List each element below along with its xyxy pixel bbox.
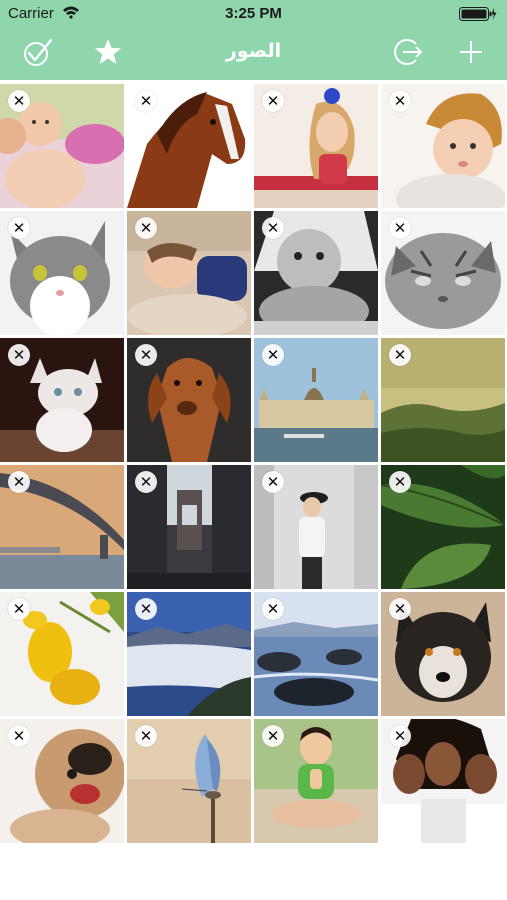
photo-cell[interactable]: ✕ xyxy=(127,84,251,208)
logout-icon xyxy=(392,36,424,73)
delete-photo-button[interactable]: ✕ xyxy=(135,344,157,366)
photo-cell[interactable]: ✕ xyxy=(381,465,505,589)
delete-photo-button[interactable]: ✕ xyxy=(262,217,284,239)
photo-cell[interactable]: ✕ xyxy=(381,719,505,843)
delete-photo-button[interactable]: ✕ xyxy=(8,725,30,747)
add-icon xyxy=(458,39,484,70)
photo-cell[interactable]: ✕ xyxy=(127,719,251,843)
delete-photo-button[interactable]: ✕ xyxy=(389,344,411,366)
photo-cell[interactable]: ✕ xyxy=(254,592,378,716)
photo-cell[interactable]: ✕ xyxy=(127,338,251,462)
photo-cell[interactable]: ✕ xyxy=(254,338,378,462)
delete-photo-button[interactable]: ✕ xyxy=(262,598,284,620)
photo-cell[interactable]: ✕ xyxy=(0,719,124,843)
photo-cell[interactable]: ✕ xyxy=(254,211,378,335)
photo-cell[interactable]: ✕ xyxy=(381,338,505,462)
delete-photo-button[interactable]: ✕ xyxy=(135,217,157,239)
page-title: الصور xyxy=(225,40,282,62)
delete-photo-button[interactable]: ✕ xyxy=(8,90,30,112)
delete-photo-button[interactable]: ✕ xyxy=(262,471,284,493)
photo-cell[interactable]: ✕ xyxy=(254,719,378,843)
status-bar: Carrier 3:25 PM xyxy=(0,0,507,28)
photo-grid: ✕ ✕ ✕ ✕ ✕ ✕ ✕ ✕ ✕ ✕ ✕ ✕ ✕ ✕ ✕ ✕ ✕ ✕ ✕ ✕ … xyxy=(0,84,507,843)
logout-button[interactable] xyxy=(390,36,426,72)
photo-cell[interactable]: ✕ xyxy=(0,465,124,589)
delete-photo-button[interactable]: ✕ xyxy=(135,725,157,747)
delete-photo-button[interactable]: ✕ xyxy=(8,217,30,239)
navigation-bar: الصور xyxy=(0,28,507,80)
photo-cell[interactable]: ✕ xyxy=(0,592,124,716)
photo-cell[interactable]: ✕ xyxy=(127,592,251,716)
photo-cell[interactable]: ✕ xyxy=(381,84,505,208)
battery-icon xyxy=(459,6,497,27)
photo-cell[interactable]: ✕ xyxy=(127,211,251,335)
delete-photo-button[interactable]: ✕ xyxy=(389,90,411,112)
photo-cell[interactable]: ✕ xyxy=(254,465,378,589)
delete-photo-button[interactable]: ✕ xyxy=(135,598,157,620)
delete-photo-button[interactable]: ✕ xyxy=(389,598,411,620)
photo-cell[interactable]: ✕ xyxy=(127,465,251,589)
photo-cell[interactable]: ✕ xyxy=(0,84,124,208)
delete-photo-button[interactable]: ✕ xyxy=(8,344,30,366)
delete-photo-button[interactable]: ✕ xyxy=(262,344,284,366)
photo-cell[interactable]: ✕ xyxy=(0,211,124,335)
delete-photo-button[interactable]: ✕ xyxy=(262,725,284,747)
delete-photo-button[interactable]: ✕ xyxy=(389,471,411,493)
photo-cell[interactable]: ✕ xyxy=(0,338,124,462)
delete-photo-button[interactable]: ✕ xyxy=(389,217,411,239)
photo-cell[interactable]: ✕ xyxy=(381,592,505,716)
add-photo-button[interactable] xyxy=(453,36,489,72)
delete-photo-button[interactable]: ✕ xyxy=(262,90,284,112)
photo-cell[interactable]: ✕ xyxy=(381,211,505,335)
delete-photo-button[interactable]: ✕ xyxy=(8,471,30,493)
photo-cell[interactable]: ✕ xyxy=(254,84,378,208)
delete-photo-button[interactable]: ✕ xyxy=(389,725,411,747)
delete-photo-button[interactable]: ✕ xyxy=(8,598,30,620)
delete-photo-button[interactable]: ✕ xyxy=(135,90,157,112)
status-time: 3:25 PM xyxy=(225,5,282,22)
delete-photo-button[interactable]: ✕ xyxy=(135,471,157,493)
